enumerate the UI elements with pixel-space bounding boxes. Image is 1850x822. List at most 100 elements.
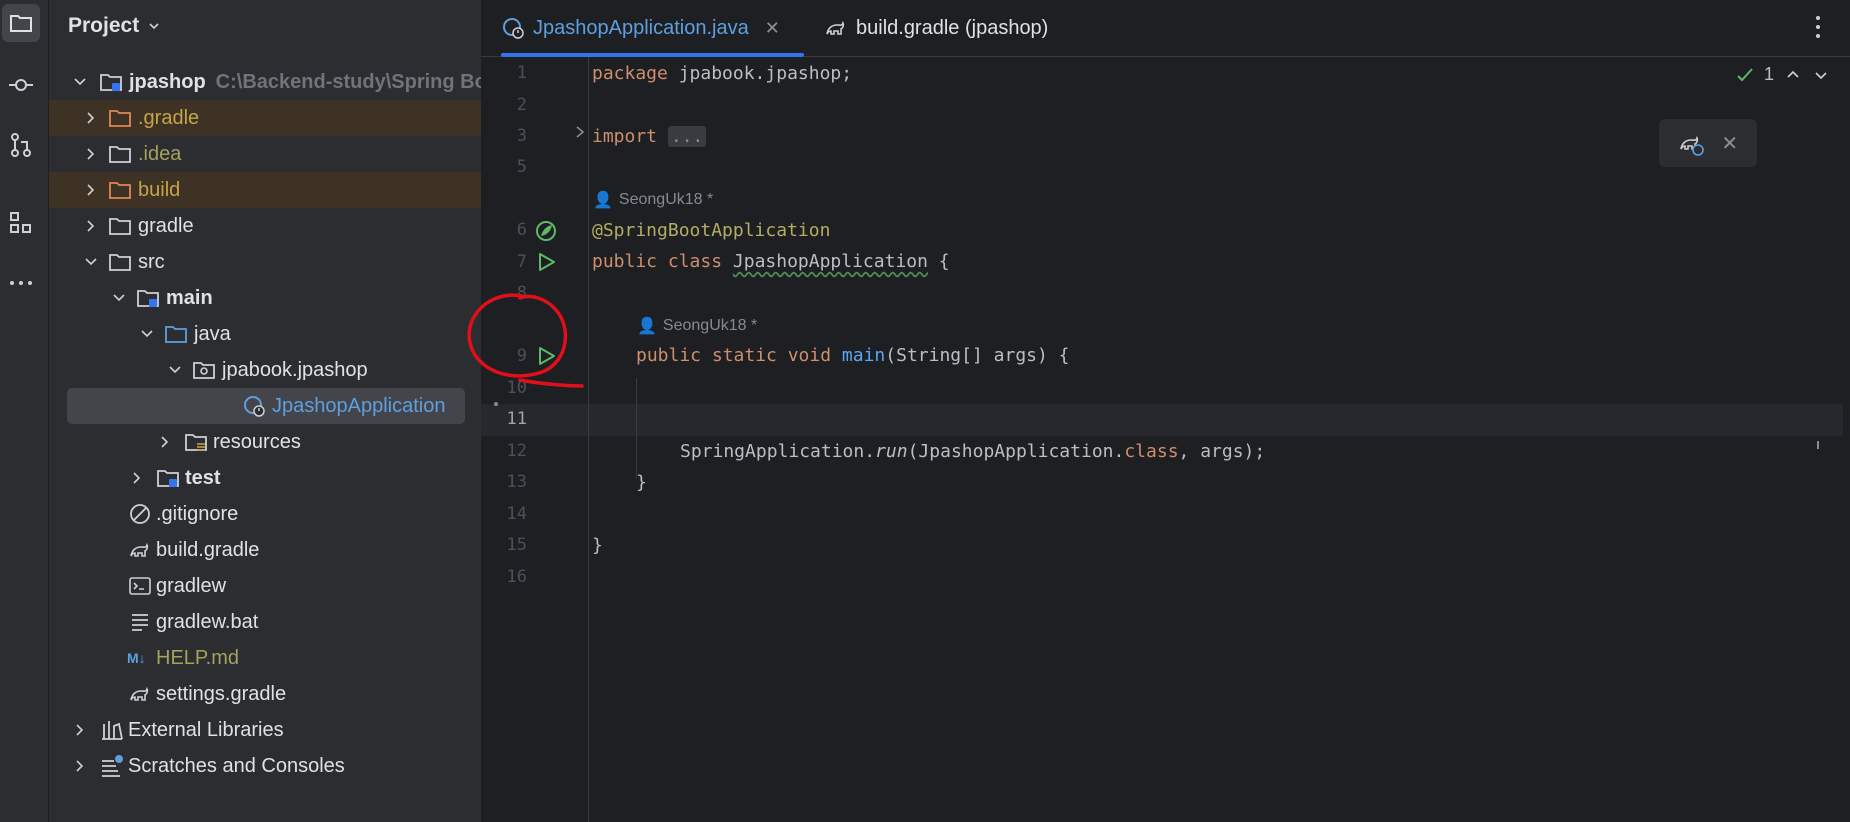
chevron-down-icon[interactable] (72, 74, 88, 90)
tree-item-gradle[interactable]: gradle (49, 208, 481, 244)
tree-item-settings-gradle[interactable]: settings.gradle (49, 676, 481, 712)
line-number: 15 (506, 535, 527, 555)
code-line-6[interactable]: @SpringBootApplication (592, 219, 830, 243)
code-line-3[interactable]: import ... (592, 125, 707, 149)
code-text: , args); (1178, 441, 1266, 462)
chevron-right-icon[interactable] (72, 722, 88, 738)
tree-item-resources[interactable]: resources (49, 424, 481, 460)
line-number: 7 (516, 252, 527, 272)
chevron-down-icon[interactable] (139, 326, 155, 342)
project-title: Project (68, 14, 140, 37)
tree-item-src[interactable]: src (49, 244, 481, 280)
tree-item-label: jpabook.jpashop (222, 359, 368, 381)
gutter-divider (588, 57, 589, 822)
package-icon (193, 362, 215, 379)
tree-item-label: JpashopApplication (272, 395, 446, 417)
tree-item-label: Scratches and Consoles (128, 755, 345, 777)
tree-item-test[interactable]: test (49, 460, 481, 496)
tree-item-label: resources (213, 431, 301, 453)
folder-icon (109, 110, 131, 127)
chevron-down-icon[interactable] (83, 254, 99, 270)
commit-icon[interactable] (2, 66, 40, 104)
chevron-right-icon[interactable] (129, 470, 145, 486)
tree-item-jpashop[interactable]: jpashop C:\Backend-study\Spring Bo (49, 64, 481, 100)
close-icon[interactable]: ✕ (1721, 131, 1738, 156)
chevron-up-icon[interactable] (1784, 66, 1802, 84)
code-line-7[interactable]: public class JpashopApplication { (592, 250, 950, 274)
structure-icon[interactable] (2, 204, 40, 242)
source-root-icon (165, 326, 187, 343)
line-number: 16 (506, 567, 527, 587)
change-marker (494, 402, 498, 406)
tree-item-label: HELP.md (156, 647, 240, 669)
more-vertical-icon[interactable] (1814, 14, 1822, 40)
code-line-15[interactable]: } (592, 534, 603, 558)
code-line-13[interactable]: } (636, 471, 647, 495)
code-keyword: import (592, 126, 658, 147)
code-text: { (927, 251, 950, 272)
tree-item-gradlew[interactable]: gradlew (49, 568, 481, 604)
spring-bean-icon[interactable] (534, 219, 558, 243)
code-line-1[interactable]: package jpabook.jpashop; (592, 62, 852, 86)
tree-item-gradlew-bat[interactable]: gradlew.bat (49, 604, 481, 640)
chevron-down-icon[interactable] (1812, 66, 1830, 84)
chevron-down-icon[interactable] (167, 362, 183, 378)
tree-item-package[interactable]: jpabook.jpashop (49, 352, 481, 388)
tree-item-external-libraries[interactable]: External Libraries (49, 712, 481, 748)
tree-item-dot-gradle[interactable]: .gradle (49, 100, 481, 136)
code-keyword: class (1124, 441, 1179, 462)
project-panel: Project jpashop C:\Backend-study\Spring B… (49, 0, 481, 822)
tree-item-help-md[interactable]: M↓ HELP.md (49, 640, 481, 676)
pull-requests-icon[interactable] (2, 126, 40, 164)
tree-item-label: build.gradle (156, 539, 260, 561)
gradle-reload-icon[interactable] (1678, 130, 1704, 156)
chevron-right-icon[interactable] (83, 146, 99, 162)
more-icon[interactable] (2, 264, 40, 302)
tab-build-gradle[interactable]: build.gradle (jpashop) (824, 0, 1048, 56)
line-number: 11 (506, 409, 527, 429)
tree-item-build-gradle[interactable]: build.gradle (49, 532, 481, 568)
chevron-right-icon[interactable] (157, 434, 173, 450)
chevron-down-icon[interactable] (111, 290, 127, 306)
line-number: 2 (516, 95, 527, 115)
inspection-widget[interactable]: 1 (1736, 64, 1830, 85)
folder-icon (109, 146, 131, 163)
line-number: 10 (506, 378, 527, 398)
chevron-right-icon[interactable] (83, 110, 99, 126)
tree-item-jpashop-application[interactable]: JpashopApplication (49, 388, 481, 424)
tree-item-java[interactable]: java (49, 316, 481, 352)
line-number: 12 (506, 441, 527, 461)
tree-item-main[interactable]: main (49, 280, 481, 316)
folded-imports[interactable]: ... (667, 126, 707, 147)
gradle-icon (130, 686, 149, 701)
line-number: 13 (506, 472, 527, 492)
code-line-9[interactable]: public static void main(String[] args) { (636, 344, 1070, 368)
user-icon: 👤 (637, 318, 657, 335)
chevron-right-icon[interactable] (72, 758, 88, 774)
chevron-right-icon[interactable] (83, 182, 99, 198)
tree-item-build[interactable]: build (49, 172, 481, 208)
module-folder-icon (100, 74, 122, 91)
method-call: run (875, 441, 908, 462)
code-line-12[interactable]: SpringApplication.run(JpashopApplication… (680, 440, 1265, 464)
tree-item-scratches[interactable]: Scratches and Consoles (49, 748, 481, 784)
gradle-icon (130, 542, 149, 557)
code-author-hint[interactable]: 👤 SeongUk18 * (637, 316, 757, 336)
run-icon[interactable] (534, 250, 558, 274)
chevron-right-icon[interactable] (83, 218, 99, 234)
tree-item-label: main (166, 287, 213, 309)
tab-jpashop-application[interactable]: JpashopApplication.java ✕ (501, 0, 804, 57)
tree-item-gitignore[interactable]: .gitignore (49, 496, 481, 532)
folder-icon (109, 218, 131, 235)
close-icon[interactable]: ✕ (765, 18, 780, 39)
fold-expand-icon[interactable] (573, 124, 587, 140)
tree-item-idea[interactable]: .idea (49, 136, 481, 172)
project-icon[interactable] (2, 4, 40, 42)
tree-item-label: .idea (138, 143, 182, 165)
project-panel-header[interactable]: Project (68, 10, 161, 42)
line-number: 9 (516, 346, 527, 366)
run-icon[interactable] (534, 344, 558, 368)
source-folder-icon (157, 470, 179, 487)
folder-icon (109, 182, 131, 199)
code-author-hint[interactable]: 👤 SeongUk18 * (593, 190, 713, 210)
